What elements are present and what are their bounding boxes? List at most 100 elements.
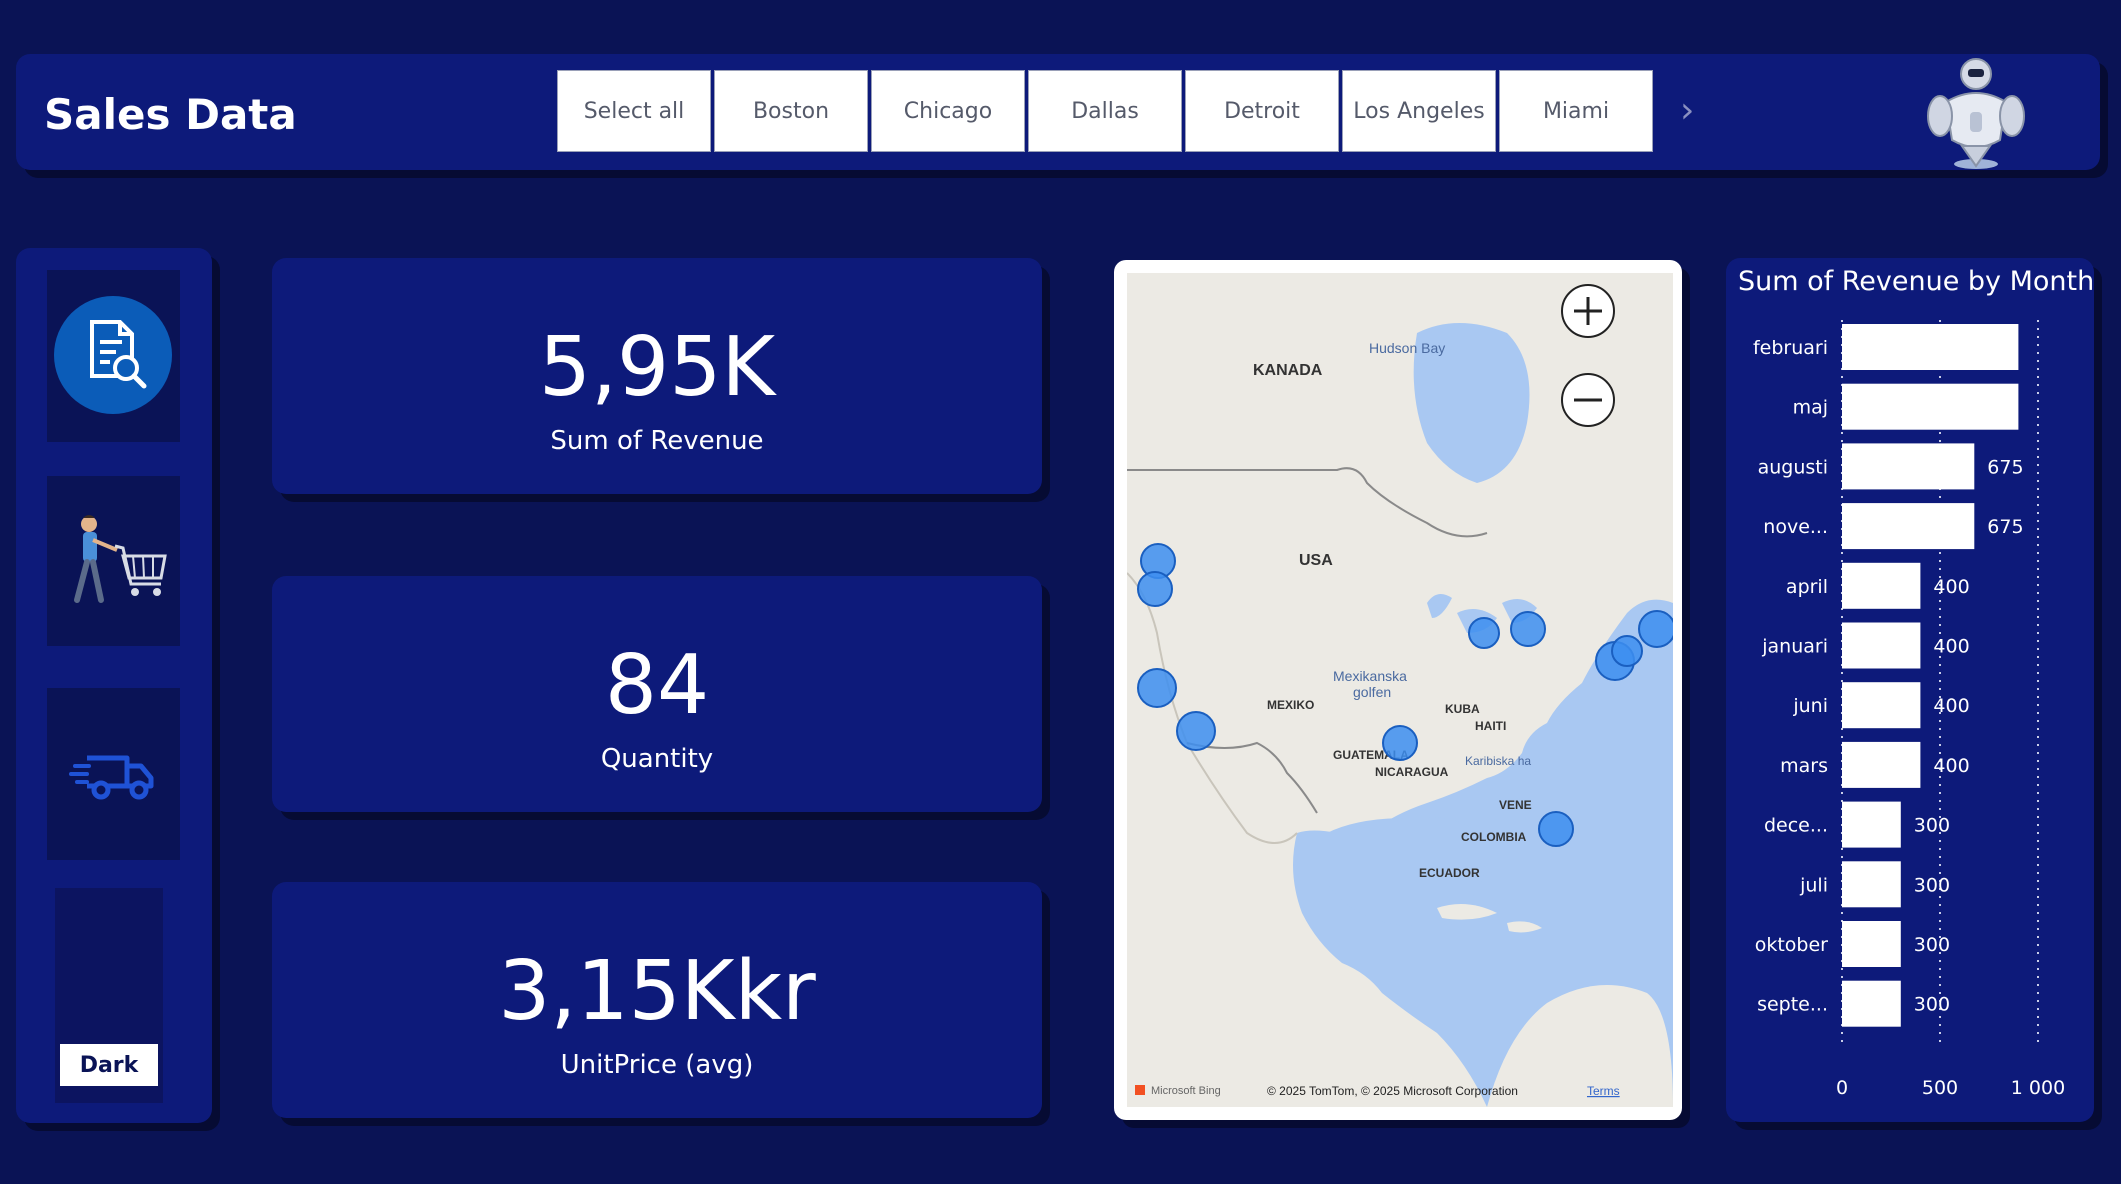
bar[interactable] [1842, 921, 1901, 967]
category-label: nove... [1763, 516, 1828, 538]
kpi-card-unitprice: 3,15Kkr UnitPrice (avg) [272, 882, 1042, 1118]
map-marker[interactable] [1137, 668, 1177, 708]
map-label-nicaragua: NICARAGUA [1375, 765, 1449, 779]
slicer-select-all[interactable]: Select all [557, 70, 711, 152]
bar[interactable] [1842, 622, 1921, 669]
dark-theme-button[interactable]: Dark [60, 1044, 158, 1086]
data-label: 400 [1933, 755, 1969, 777]
category-label: maj [1793, 397, 1828, 419]
category-label: augusti [1758, 456, 1828, 478]
category-label: februari [1753, 337, 1828, 359]
nav-delivery-tile[interactable] [47, 688, 180, 860]
category-label: septe... [1757, 994, 1828, 1016]
bing-label: Microsoft Bing [1151, 1085, 1221, 1097]
data-label: 400 [1933, 695, 1969, 717]
map-label-usa: USA [1299, 552, 1333, 569]
bar[interactable] [1842, 741, 1921, 788]
map-label-colombia: COLOMBIA [1461, 830, 1527, 844]
data-label: 300 [1914, 815, 1950, 837]
report-search-icon[interactable] [54, 296, 172, 414]
x-tick-label: 0 [1836, 1077, 1848, 1099]
header-bar: Sales Data Select all Boston Chicago Dal… [16, 54, 2100, 170]
zoom-out-button[interactable] [1561, 373, 1615, 427]
map-visual: KANADA Hudson Bay USA Mexikanska golfen … [1114, 260, 1682, 1120]
category-label: juli [1799, 874, 1828, 896]
slicer-dallas[interactable]: Dallas [1028, 70, 1182, 152]
x-tick-label: 500 [1922, 1077, 1958, 1099]
bar[interactable] [1842, 383, 2019, 430]
map-label-gulf1: Mexikanska [1333, 668, 1407, 684]
zoom-in-button[interactable] [1561, 284, 1615, 338]
revenue-by-month-chart: Sum of Revenue by Month februari maj augus… [1726, 258, 2094, 1122]
bar[interactable] [1842, 503, 1975, 550]
chevron-right-icon[interactable]: › [1680, 90, 1694, 131]
x-tick-label: 1 000 [2011, 1077, 2065, 1099]
city-slicer: Select all Boston Chicago Dallas Detroit… [557, 70, 1653, 152]
category-label: oktober [1755, 934, 1828, 956]
data-label: 400 [1933, 576, 1969, 598]
kpi-label: UnitPrice (avg) [560, 1050, 754, 1080]
bar[interactable] [1842, 861, 1901, 908]
map-marker[interactable] [1382, 725, 1418, 761]
map-label-mexiko: MEXIKO [1267, 698, 1314, 712]
map-label-ecuador: ECUADOR [1419, 866, 1480, 880]
category-label: april [1786, 576, 1828, 598]
category-label: dece... [1764, 815, 1828, 837]
theme-tile: Dark [55, 888, 163, 1103]
category-label: mars [1780, 755, 1828, 777]
kpi-label: Quantity [600, 744, 714, 774]
slicer-miami[interactable]: Miami [1499, 70, 1653, 152]
chart-title: Sum of Revenue by Month [1738, 266, 2095, 297]
map-marker[interactable] [1611, 635, 1643, 667]
slicer-chicago[interactable]: Chicago [871, 70, 1025, 152]
map-marker[interactable] [1510, 611, 1546, 647]
map-marker[interactable] [1176, 711, 1216, 751]
bar[interactable] [1842, 324, 2019, 370]
map-label-haiti: HAITI [1475, 719, 1506, 733]
map-label-vene: VENE [1499, 798, 1532, 812]
map-label-hudson: Hudson Bay [1369, 340, 1445, 356]
robot-mascot-icon [1927, 58, 2025, 169]
kpi-value: 3,15Kkr [498, 944, 816, 1039]
bing-logo-icon [1135, 1085, 1145, 1095]
bar-chart-svg: februari maj augusti 675 nove... 675 april 400 j… [1753, 320, 2065, 1099]
kpi-card-revenue: 5,95K Sum of Revenue [272, 258, 1042, 494]
data-label: 400 [1933, 636, 1969, 658]
map-label-kuba: KUBA [1445, 702, 1480, 716]
map-terms-link[interactable]: Terms [1587, 1084, 1620, 1098]
map-label-karibiska: Karibiska ha [1465, 754, 1531, 768]
data-label: 300 [1914, 874, 1950, 896]
map-marker[interactable] [1538, 811, 1574, 847]
bar[interactable] [1842, 443, 1975, 490]
category-label: januari [1761, 636, 1828, 658]
kpi-value: 84 [604, 638, 710, 733]
shopping-cart-icon [74, 515, 167, 603]
kpi-value: 5,95K [538, 320, 776, 415]
delivery-truck-icon [69, 755, 154, 800]
slicer-los-angeles[interactable]: Los Angeles [1342, 70, 1496, 152]
map-marker[interactable] [1468, 617, 1500, 649]
category-label: juni [1792, 695, 1828, 717]
data-label: 300 [1914, 934, 1950, 956]
nav-report-tile[interactable] [47, 270, 180, 442]
map-label-kanada: KANADA [1253, 362, 1323, 379]
map-canvas[interactable]: KANADA Hudson Bay USA Mexikanska golfen … [1127, 273, 1673, 1107]
data-label: 300 [1914, 994, 1950, 1016]
kpi-card-quantity: 84 Quantity [272, 576, 1042, 812]
slicer-boston[interactable]: Boston [714, 70, 868, 152]
map-marker[interactable] [1638, 610, 1673, 648]
data-label: 675 [1987, 516, 2023, 538]
bar[interactable] [1842, 980, 1901, 1027]
bar[interactable] [1842, 801, 1901, 848]
bar[interactable] [1842, 562, 1921, 609]
data-label: 675 [1987, 456, 2023, 478]
bar[interactable] [1842, 682, 1921, 729]
kpi-label: Sum of Revenue [550, 426, 764, 456]
map-attribution: © 2025 TomTom, © 2025 Microsoft Corporat… [1267, 1084, 1518, 1098]
nav-shop-tile[interactable] [47, 476, 180, 646]
slicer-detroit[interactable]: Detroit [1185, 70, 1339, 152]
map-label-gulf2: golfen [1353, 684, 1391, 700]
map-marker[interactable] [1137, 571, 1173, 607]
side-nav: Dark [16, 248, 212, 1123]
page-title: Sales Data [44, 90, 297, 139]
